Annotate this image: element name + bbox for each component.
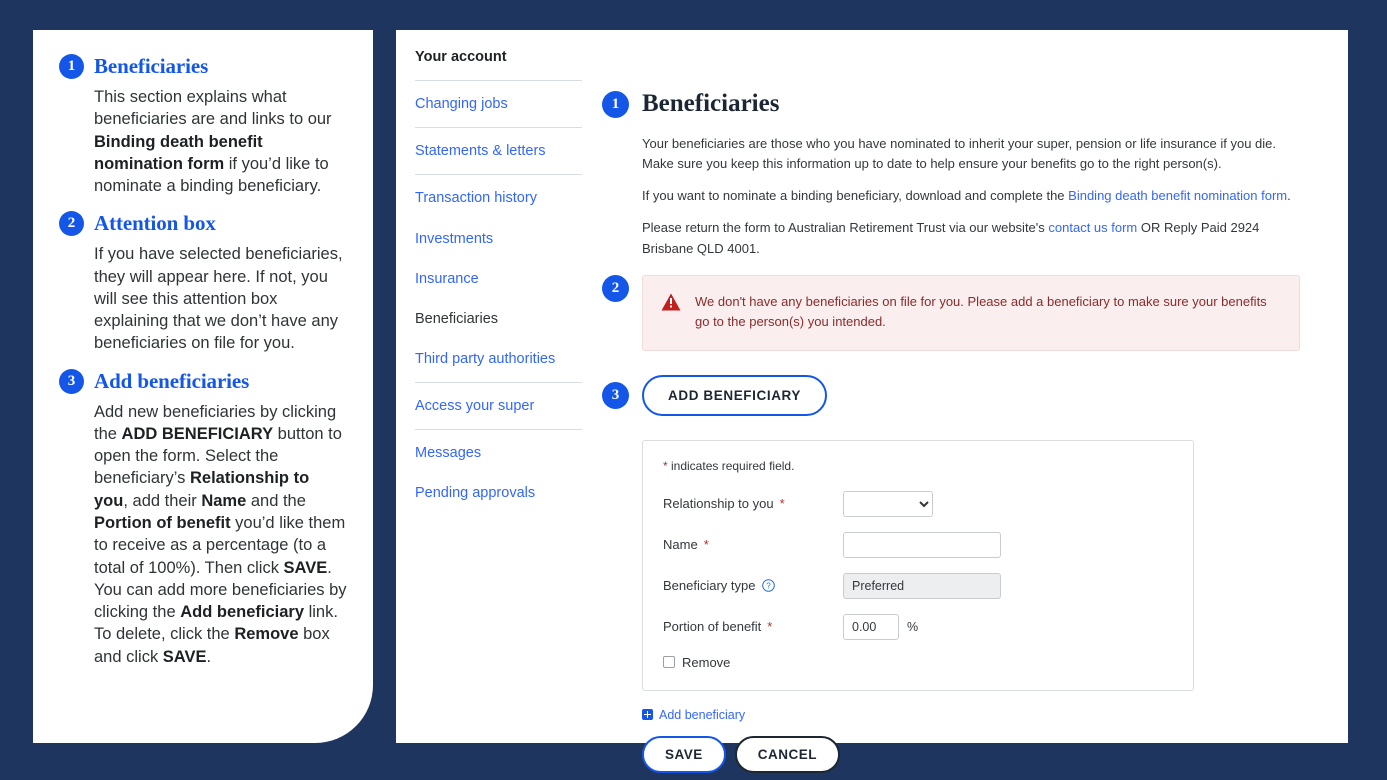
portion-required-star: * [767,619,773,635]
sidebar-nav-list: Changing jobs Statements & letters Transac… [415,84,582,513]
sidebar-divider [415,80,582,82]
sidebar-item-statements-letters[interactable]: Statements & letters [415,131,582,171]
add-beneficiary-button[interactable]: ADD BENEFICIARY [642,374,828,416]
step-badge-3: 3 [59,368,84,394]
beneficiary-type-value: Preferred [843,572,1001,599]
sidebar-item-investments[interactable]: Investments [415,219,582,259]
relationship-required-star: * [779,496,785,512]
binding-nomination-paragraph: If you want to nominate a binding benefi… [642,186,1310,206]
annotation-2-header: 2 Attention box [59,211,347,237]
app-window: Your account Changing jobs Statements & l… [396,30,1348,773]
sidebar-item-third-party-authorities[interactable]: Third party authorities [415,339,582,379]
cancel-button[interactable]: CANCEL [734,735,841,773]
beneficiary-form: * indicates required field. Relationship… [642,439,1194,691]
annotation-block-2: 2 Attention box If you have selected ben… [59,211,347,354]
page-title: Beneficiaries [642,90,780,117]
sidebar-divider [415,174,582,176]
annotation-1-title: Beneficiaries [94,54,209,78]
annotation-3-header: 3 Add beneficiaries [59,368,347,394]
alert-message: We don't have any beneficiaries on file … [695,293,1267,329]
sidebar-item-pending-approvals[interactable]: Pending approvals [415,473,582,513]
portion-row: Portion of benefit * % [663,613,1193,640]
intro-paragraph: Your beneficiaries are those who you hav… [642,136,1277,172]
beneficiary-type-label-text: Beneficiary type [663,578,756,594]
annotation-1-body: This section explains what beneficiaries… [94,88,332,196]
question-mark-circle-icon[interactable]: ? [761,579,775,593]
main-content: 1 Beneficiaries Your beneficiaries are t… [602,90,1322,773]
portion-label-text: Portion of benefit [663,619,762,635]
relationship-row: Relationship to you * SpouseChildFinanci… [663,490,1193,517]
step-badge-3-overlay: 3 [602,381,629,409]
relationship-label-text: Relationship to you [663,496,774,512]
add-beneficiary-link-label: Add beneficiary [659,707,746,722]
name-required-star: * [703,537,709,553]
required-field-note: * indicates required field. [663,459,1193,473]
required-note-text: indicates required field. [667,458,795,473]
portion-label: Portion of benefit * [663,619,843,634]
sidebar-item-insurance[interactable]: Insurance [415,259,582,299]
annotation-3-body: Add new beneficiaries by clicking the AD… [94,402,347,666]
page-header: 1 Beneficiaries [602,90,1322,118]
name-input[interactable] [843,531,1001,558]
annotation-2-title: Attention box [94,211,216,236]
annotation-3-title: Add beneficiaries [94,368,250,393]
form-actions: SAVE CANCEL [642,735,1322,773]
percent-sign: % [907,619,919,634]
name-label-text: Name [663,537,698,553]
remove-row: Remove [663,655,1193,670]
add-beneficiary-row: 3 ADD BENEFICIARY [602,374,1322,416]
remove-label: Remove [682,654,731,670]
sidebar-item-changing-jobs[interactable]: Changing jobs [415,84,582,124]
sidebar-heading: Your account [415,49,507,65]
annotation-panel: 1 Beneficiaries This section explains wh… [33,30,373,743]
relationship-select[interactable]: SpouseChildFinancial dependantInterdepen… [843,490,933,517]
warning-triangle-icon [661,293,681,316]
sidebar-item-access-your-super[interactable]: Access your super [415,386,582,426]
sidebar-item-beneficiaries: Beneficiaries [415,310,499,327]
remove-checkbox[interactable] [663,656,675,669]
step-badge-2: 2 [59,211,84,237]
contact-us-form-link[interactable]: contact us form [1048,220,1137,235]
add-beneficiary-link[interactable]: Add beneficiary [642,708,1322,722]
beneficiary-type-row: Beneficiary type ? Preferred [663,572,1193,599]
no-beneficiaries-alert: We don't have any beneficiaries on file … [642,274,1300,351]
return-text-before: Please return the form to Australian Ret… [642,220,1049,236]
svg-text:?: ? [766,582,771,591]
plus-square-icon [642,709,653,721]
annotation-1-header: 1 Beneficiaries [59,54,347,79]
binding-text-after: . [1287,188,1291,204]
sidebar-divider [415,382,582,383]
sidebar-divider [415,429,582,431]
step-badge-1-overlay: 1 [602,90,629,118]
step-badge-2-overlay: 2 [602,274,629,302]
portion-input[interactable] [843,613,899,640]
relationship-label: Relationship to you * [663,496,843,511]
account-sidebar: Your account Changing jobs Statements & l… [415,40,582,513]
sidebar-divider [415,127,582,129]
portion-input-group: % [843,613,919,640]
beneficiary-type-label: Beneficiary type ? [663,578,843,593]
alert-row: 2 We don't have any beneficiaries on fil… [602,274,1322,351]
sidebar-item-messages[interactable]: Messages [415,433,582,473]
save-button[interactable]: SAVE [642,735,726,773]
return-form-paragraph: Please return the form to Australian Ret… [642,218,1310,258]
binding-text-before: If you want to nominate a binding benefi… [642,188,1069,204]
name-row: Name * [663,531,1193,558]
annotation-2-body: If you have selected beneficiaries, they… [94,245,343,353]
annotation-block-3: 3 Add beneficiaries Add new beneficiarie… [59,368,347,668]
name-label: Name * [663,537,843,552]
annotation-block-1: 1 Beneficiaries This section explains wh… [59,54,347,197]
sidebar-item-transaction-history[interactable]: Transaction history [415,178,582,218]
step-badge-1: 1 [59,54,84,79]
binding-death-benefit-form-link[interactable]: Binding death benefit nomination form [1068,188,1287,203]
